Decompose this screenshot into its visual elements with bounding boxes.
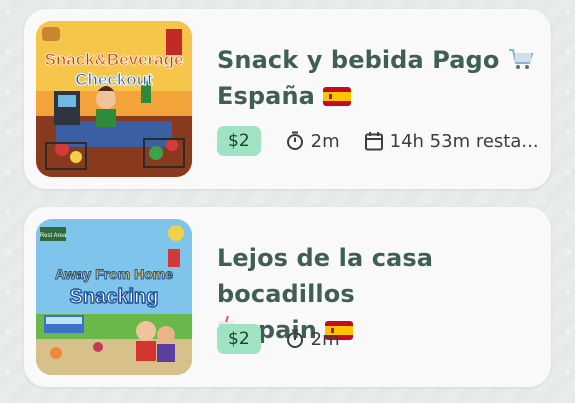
timer-icon [286, 131, 303, 150]
remaining-label: 14h 53m resta... [389, 130, 539, 152]
duration: 2m [285, 329, 340, 350]
timer-icon [286, 329, 303, 348]
price-badge: $2 [217, 126, 261, 156]
task-title: Snack y bebida Pago España [217, 42, 537, 114]
time-remaining: 14h 53m resta... [364, 131, 539, 152]
task-title-line2: España [217, 82, 315, 110]
task-card[interactable]: Rest Area Away From Home Snacking Lejos … [24, 207, 551, 387]
price-badge: $2 [217, 324, 261, 354]
task-meta: $2 2m 14h 53m resta... [217, 126, 539, 156]
thumb-title-bottom: Checkout [75, 70, 153, 89]
task-thumbnail: Snack&Beverage Checkout [36, 21, 192, 177]
task-thumbnail: Rest Area Away From Home Snacking [36, 219, 192, 375]
task-meta: $2 2m [217, 324, 340, 354]
task-card[interactable]: Snack&Beverage Checkout Snack y bebida P… [24, 9, 551, 189]
duration-label: 2m [310, 328, 340, 350]
task-title-line1: Snack y bebida Pago [217, 46, 500, 74]
spain-flag-icon [323, 87, 352, 106]
cart-icon [508, 49, 534, 69]
thumb-title-top: Away From Home [55, 266, 173, 282]
thumb-title-bottom: Snacking [70, 286, 159, 308]
thumb-sign: Rest Area [40, 233, 67, 239]
calendar-icon [364, 132, 383, 151]
duration: 2m [285, 131, 340, 152]
task-title-line1: Lejos de la casa bocadillos [217, 244, 434, 308]
thumb-title-top: Snack&Beverage [45, 50, 184, 69]
duration-label: 2m [310, 130, 340, 152]
